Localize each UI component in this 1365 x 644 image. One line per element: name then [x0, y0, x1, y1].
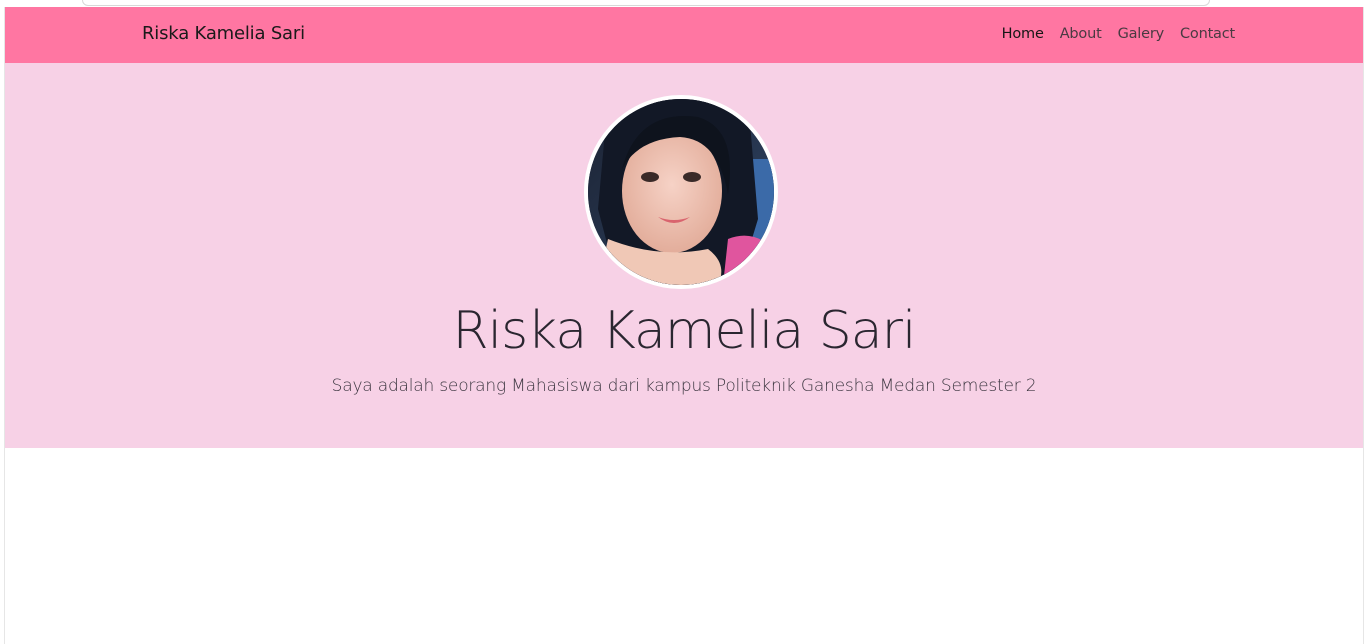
navbar: Riska Kamelia Sari Home About Galery Con… [5, 7, 1363, 63]
nav-link-contact[interactable]: Contact [1180, 26, 1235, 42]
nav-links: Home About Galery Contact [1002, 26, 1236, 42]
profile-photo-illustration [588, 99, 774, 285]
navbar-brand[interactable]: Riska Kamelia Sari [142, 23, 305, 44]
nav-link-galery[interactable]: Galery [1118, 26, 1165, 42]
nav-link-about[interactable]: About [1060, 26, 1102, 42]
profile-photo [584, 95, 778, 289]
page-frame: Riska Kamelia Sari Home About Galery Con… [4, 7, 1364, 644]
hero-section: Riska Kamelia Sari Saya adalah seorang M… [5, 63, 1363, 448]
address-bar-edge [82, 0, 1210, 6]
browser-top-strip [0, 0, 1365, 7]
hero-title: Riska Kamelia Sari [452, 301, 917, 361]
hero-subtitle: Saya adalah seorang Mahasiswa dari kampu… [331, 376, 1037, 396]
nav-link-home[interactable]: Home [1002, 26, 1044, 42]
